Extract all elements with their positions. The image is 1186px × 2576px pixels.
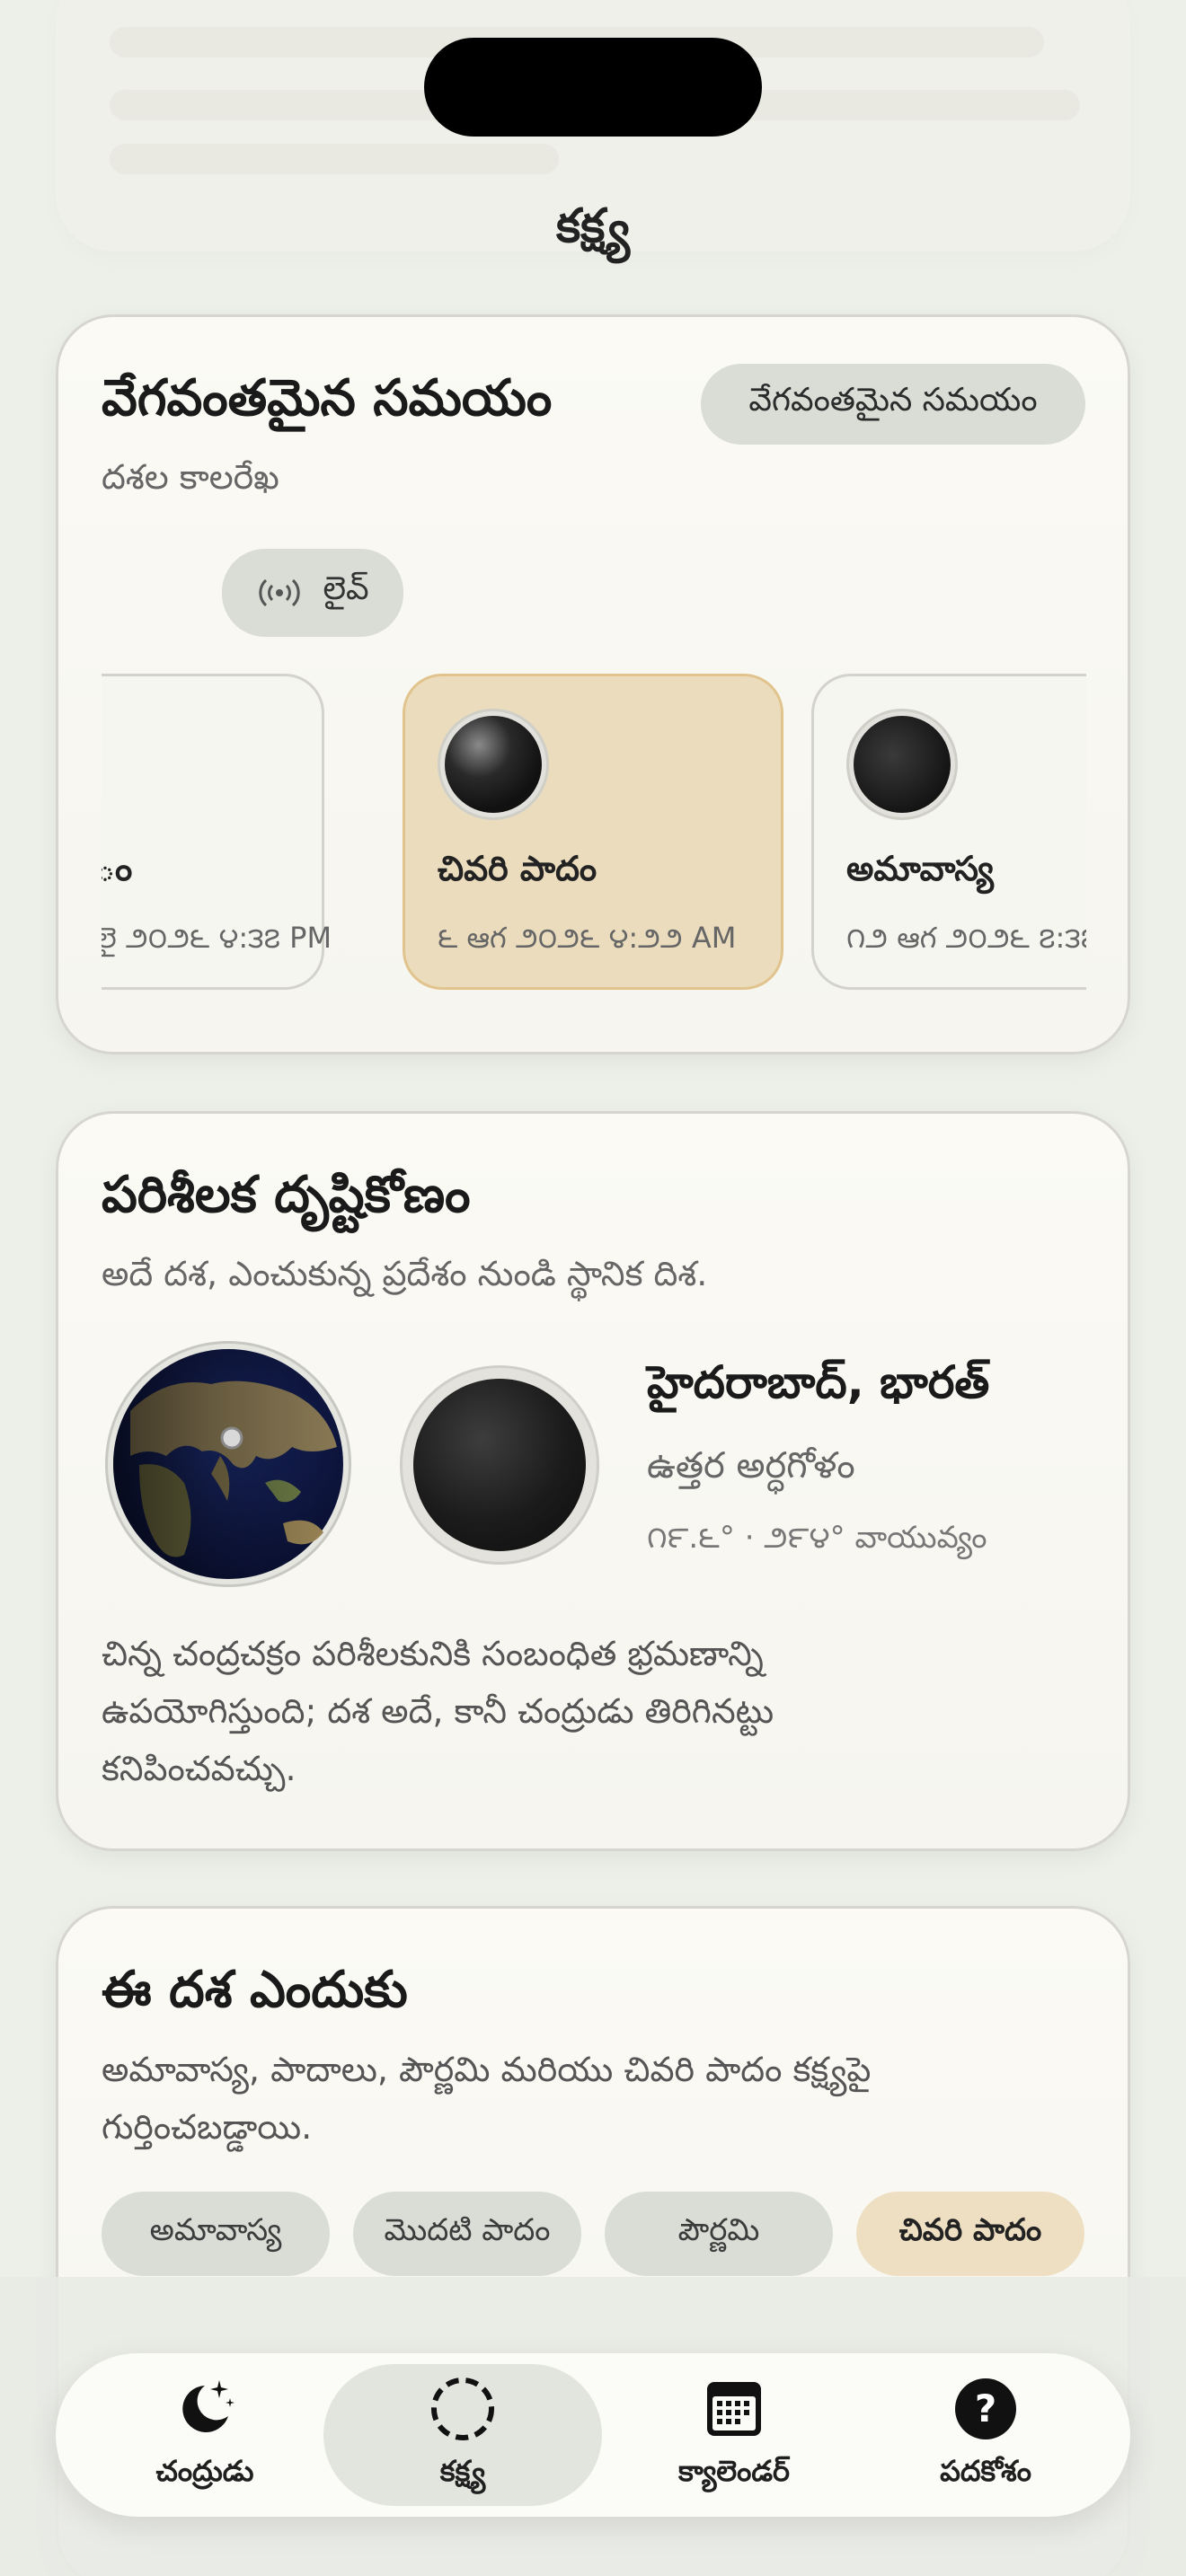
phase-timeline-strip[interactable]: ం లై ౨౦౨౬ ౪:౩౭ PM చివరి పాదం ౬ ఆగ ౨౦౨౬ ౪… xyxy=(102,317,1086,1057)
phase-name: చివరి పాదం xyxy=(438,849,597,888)
tab-label: చంద్రుడు xyxy=(155,2454,254,2488)
phase-tag-first-quarter[interactable]: మొదటి పాదం xyxy=(353,2192,581,2276)
tab-glossary[interactable]: ? పదకోశం xyxy=(864,2353,1107,2517)
phase-tag-new-moon[interactable]: అమావాస్య xyxy=(102,2192,330,2276)
orientation-readout: ౧౯.౬° · ౨౯౪° వాయువ్యం xyxy=(647,1520,987,1556)
new-moon-icon xyxy=(846,709,958,820)
earth-globe-icon xyxy=(105,1341,351,1587)
bottom-tab-bar: చంద్రుడు కక్ష్య క్యాలెండర్ ? పదకోశం xyxy=(56,2353,1130,2517)
tab-label: క్యాలెండర్ xyxy=(678,2454,790,2488)
why-card-subtitle: అమావాస్య, పాదాలు, పౌర్ణమి మరియు చివరి పా… xyxy=(102,2050,872,2147)
observer-card-title: పరిశీలక దృష్టికోణం xyxy=(102,1166,471,1224)
phase-date: లై ౨౦౨౬ ౪:౩౭ PM xyxy=(102,921,332,955)
location-name: హైదరాబాద్, భారత్ xyxy=(647,1356,990,1408)
calendar-icon xyxy=(707,2382,761,2436)
speed-timeline-card: వేగవంతమైన సమయం దశల కాలరేఖ వేగవంతమైన సమయం… xyxy=(56,314,1130,1054)
orbit-circle-icon xyxy=(431,2378,494,2440)
phase-card-first-quarter[interactable]: ం లై ౨౦౨౬ ౪:౩౭ PM xyxy=(102,674,332,990)
why-card-title: ఈ దశ ఎందుకు xyxy=(102,1961,408,2019)
phase-card-new-moon[interactable]: అమావాస్య ౧౨ ఆగ ౨౦౨౬ ౭:౩౭ xyxy=(811,674,1086,990)
observer-moon-icon xyxy=(400,1365,599,1565)
last-quarter-moon-icon xyxy=(438,709,549,820)
hemisphere-label: ఉత్తర అర్ధగోళం xyxy=(647,1445,855,1486)
dynamic-island xyxy=(424,38,762,137)
phase-name: అమావాస్య xyxy=(846,849,994,888)
tab-calendar[interactable]: క్యాలెండర్ xyxy=(604,2353,864,2517)
tab-orbit[interactable]: కక్ష్య xyxy=(323,2353,602,2517)
tab-label: కక్ష్య xyxy=(439,2454,486,2488)
tab-moon[interactable]: చంద్రుడు xyxy=(88,2353,322,2517)
phase-date: ౧౨ ఆగ ౨౦౨౬ ౭:౩౭ xyxy=(846,921,1086,955)
moon-stars-icon xyxy=(182,2380,235,2432)
phase-card-last-quarter[interactable]: చివరి పాదం ౬ ఆగ ౨౦౨౬ ౪:౨౨ AM xyxy=(403,674,783,990)
observer-description: చిన్న చంద్రచక్రం పరిశీలకునికి సంబంధిత భ్… xyxy=(102,1634,774,1788)
help-circle-icon: ? xyxy=(955,2378,1016,2439)
phase-name: ం xyxy=(102,849,133,888)
observer-perspective-card: పరిశీలక దృష్టికోణం అదే దశ, ఎంచుకున్న ప్ర… xyxy=(56,1111,1130,1851)
observer-card-subtitle: అదే దశ, ఎంచుకున్న ప్రదేశం నుండి స్థానిక … xyxy=(102,1254,708,1293)
phase-tag-last-quarter[interactable]: చివరి పాదం xyxy=(856,2192,1084,2276)
tab-label: పదకోశం xyxy=(940,2454,1031,2488)
phase-date: ౬ ఆగ ౨౦౨౬ ౪:౨౨ AM xyxy=(438,921,737,955)
page-title: కక్ష్య xyxy=(555,199,631,253)
svg-text:?: ? xyxy=(975,2386,996,2430)
phase-tag-full-moon[interactable]: పౌర్ణమి xyxy=(605,2192,833,2276)
